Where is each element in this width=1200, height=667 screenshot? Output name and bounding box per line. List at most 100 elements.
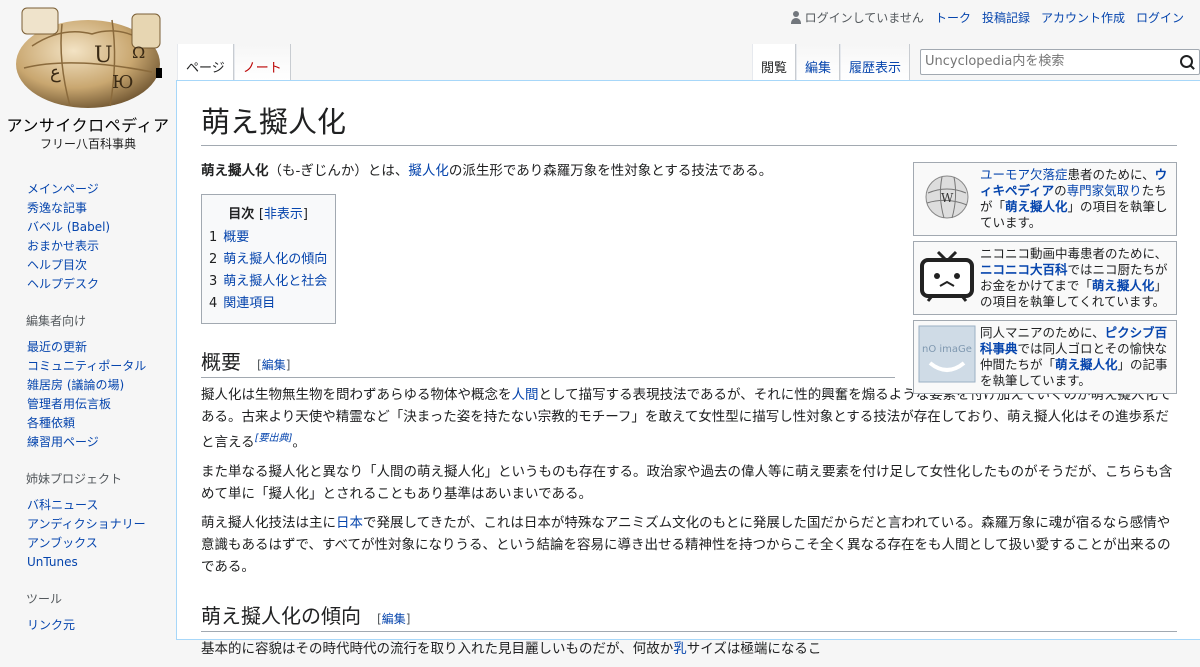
sidebar-item-random[interactable]: おまかせ表示 (27, 239, 99, 253)
sidebar-item-main-page[interactable]: メインページ (27, 182, 99, 196)
sidebar-item-dictionary[interactable]: アンディクショナリー (27, 517, 146, 531)
lead-term: 萌え擬人化 (201, 163, 269, 179)
nicopedia-box: ニコニコ動画中毒患者のために、ニコニコ大百科ではニコ厨たちがお金をかけてまで「萌… (913, 241, 1177, 315)
section-edit-link[interactable]: [編集] (377, 612, 410, 626)
toc-toggle-link[interactable]: 非表示 (264, 207, 303, 222)
sidebar-heading-tools: ツール (26, 592, 63, 606)
view-tabs: 閲覧 編集 履歴表示 (751, 44, 1200, 80)
tab-read[interactable]: 閲覧 (751, 44, 796, 80)
link-personification[interactable]: 擬人化 (408, 163, 449, 179)
trend-p1: 基本的に容貌はその時代時代の流行を取り入れた見目麗しいものだが、何故か乳サイズは… (201, 638, 1177, 660)
article-body: 萌え擬人化 萌え擬人化（も-ぎじんか）とは、擬人化の派生形であり森羅万象を性対象… (201, 99, 1177, 667)
section-title: 概要 (201, 350, 241, 374)
sidebar-item-untunes[interactable]: UnTunes (27, 555, 78, 569)
login-link[interactable]: ログイン (1136, 9, 1184, 26)
sidebar-item-help[interactable]: ヘルプ目次 (27, 258, 87, 272)
toc-link[interactable]: 概要 (223, 230, 249, 245)
toc-num: 4 (209, 296, 218, 311)
pixiv-box: nO imaGe 同人マニアのために、ピクシブ百科事典では同人ゴロとその愉快な仲… (913, 320, 1177, 394)
link-nicopedia[interactable]: ニコニコ大百科 (980, 262, 1068, 277)
sidebar-item-babel[interactable]: バベル (Babel) (27, 220, 110, 234)
tab-page[interactable]: ページ (177, 44, 234, 80)
svg-text:U: U (94, 43, 113, 68)
edit-link[interactable]: 編集 (262, 358, 286, 372)
toc-num: 1 (209, 230, 218, 245)
link-nicopedia-article[interactable]: 萌え擬人化 (1092, 278, 1155, 293)
lead-rest: の派生形であり森羅万象を性対象とする技法である。 (448, 163, 773, 179)
sidebar-navigation: メインページ 秀逸な記事 バベル (Babel) おまかせ表示 ヘルプ目次 ヘル… (27, 180, 176, 294)
table-of-contents: 目次 [非表示] 1 概要 2 萌え擬人化の傾向 3 萌え擬人化と社会 4 関連項目 (201, 194, 337, 324)
sidebar-heading-editors: 編集者向け (26, 314, 87, 328)
toc-link[interactable]: 萌え擬人化の傾向 (223, 252, 327, 267)
sidebar: メインページ 秀逸な記事 バベル (Babel) おまかせ表示 ヘルプ目次 ヘル… (0, 180, 176, 653)
puzzle-globe-icon: U ع Ю Ω (16, 7, 162, 108)
overview-p1: 擬人化は生物無生物を問わずあらゆる物体や概念を人間として描写する表現技法であるが… (201, 384, 1177, 454)
toc-num: 3 (209, 274, 218, 289)
wikipedia-box-text: ユーモア欠落症患者のために、ウィキペディアの専門家気取りたちが「萌え擬人化」の項… (980, 167, 1172, 231)
tab-history[interactable]: 履歴表示 (839, 44, 910, 80)
link-human[interactable]: 人間 (512, 387, 539, 403)
sidebar-item-recent-changes[interactable]: 最近の更新 (27, 340, 87, 354)
toc-link[interactable]: 関連項目 (223, 296, 275, 311)
sidebar-item-featured[interactable]: 秀逸な記事 (27, 201, 87, 215)
tab-talk[interactable]: ノート (233, 44, 291, 80)
text-span: 同人マニアのために、 (980, 325, 1105, 340)
link-experts[interactable]: 専門家気取り (1067, 183, 1142, 198)
sidebar-editors: 編集者向け 最近の更新 コミュニティポータル 雑居房 (議論の場) 管理者用伝言… (26, 312, 176, 452)
talk-link[interactable]: トーク (935, 9, 971, 26)
search-box (920, 49, 1200, 75)
content-area: 萌え擬人化 萌え擬人化（も-ぎじんか）とは、擬人化の派生形であり森羅万象を性対象… (176, 80, 1200, 657)
contributions-link[interactable]: 投稿記録 (982, 9, 1030, 26)
sidebar-item-sandbox[interactable]: 練習用ページ (27, 435, 99, 449)
section-edit-link[interactable]: [編集] (257, 358, 290, 372)
no-image-icon: nO imaGe (918, 325, 976, 383)
toc-item[interactable]: 3 萌え擬人化と社会 (209, 271, 327, 293)
sidebar-heading-sister: 姉妹プロジェクト (26, 472, 123, 486)
link-humor-deficiency[interactable]: ユーモア欠落症 (980, 167, 1068, 182)
text-span: サイズは極端になるこ (686, 640, 822, 657)
sidebar-item-requests[interactable]: 各種依頼 (27, 416, 75, 430)
search-input[interactable] (921, 50, 1169, 72)
overview-p3: 萌え擬人化技法は主に日本で発展してきたが、これは日本が特殊なアニミズム文化のもと… (201, 512, 1177, 578)
no-image-label: nO imaGe (922, 344, 972, 355)
sidebar-item-community[interactable]: コミュニティポータル (27, 359, 146, 373)
svg-text:Ю: Ю (112, 72, 133, 93)
tab-edit[interactable]: 編集 (795, 44, 840, 80)
create-account-link[interactable]: アカウント作成 (1041, 9, 1125, 26)
wikipedia-globe-icon: W (918, 167, 976, 225)
text-span: ニコニコ動画中毒患者のために、 (980, 246, 1168, 261)
link-breast[interactable]: 乳 (673, 641, 687, 657)
text-span: 萌え擬人化技法は主に (201, 514, 336, 531)
text-span: 。 (292, 434, 306, 451)
link-japan[interactable]: 日本 (336, 515, 363, 531)
namespace-tabs: ページ ノート (177, 44, 291, 80)
personal-tools: ログインしていません トーク 投稿記録 アカウント作成 ログイン (790, 9, 1184, 26)
text-span: 患者のために、 (1067, 167, 1155, 182)
link-pixiv-article[interactable]: 萌え擬人化 (1055, 357, 1118, 372)
site-logo[interactable]: U ع Ю Ω アンサイクロペディア フリー八百科事典 (0, 0, 176, 158)
sidebar-item-admin-board[interactable]: 管理者用伝言板 (27, 397, 111, 411)
sidebar-item-books[interactable]: アンブックス (27, 536, 98, 550)
svg-text:W: W (941, 191, 954, 205)
toc-item[interactable]: 4 関連項目 (209, 293, 327, 315)
toc-toggle-close: ] (302, 207, 308, 222)
toc-item[interactable]: 1 概要 (209, 227, 327, 249)
wikipedia-box: W ユーモア欠落症患者のために、ウィキペディアの専門家気取りたちが「萌え擬人化」… (913, 162, 1177, 236)
toc-item[interactable]: 2 萌え擬人化の傾向 (209, 249, 327, 271)
text-span: 擬人化は生物無生物を問わずあらゆる物体や概念を (201, 387, 512, 403)
toc-title: 目次 [非表示] (209, 203, 327, 222)
toc-toggle[interactable]: [非表示] (259, 207, 308, 222)
sidebar-item-village-pump[interactable]: 雑居房 (議論の場) (27, 378, 124, 392)
nicopedia-box-text: ニコニコ動画中毒患者のために、ニコニコ大百科ではニコ厨たちがお金をかけてまで「萌… (980, 246, 1172, 310)
svg-text:Ω: Ω (132, 43, 145, 62)
sidebar-item-news[interactable]: バ科ニュース (27, 498, 98, 512)
sidebar-item-helpdesk[interactable]: ヘルプデスク (27, 277, 99, 291)
section-heading-overview: 概要 [編集] (201, 346, 895, 378)
section-heading-trend: 萌え擬人化の傾向 [編集] (201, 600, 1177, 632)
search-icon[interactable] (1180, 55, 1193, 68)
link-wikipedia-article[interactable]: 萌え擬人化 (1005, 199, 1068, 214)
edit-link[interactable]: 編集 (382, 612, 406, 626)
anon-user: ログインしていません (790, 9, 924, 26)
toc-link[interactable]: 萌え擬人化と社会 (223, 274, 327, 289)
citation-needed[interactable]: [要出典] (255, 433, 293, 444)
